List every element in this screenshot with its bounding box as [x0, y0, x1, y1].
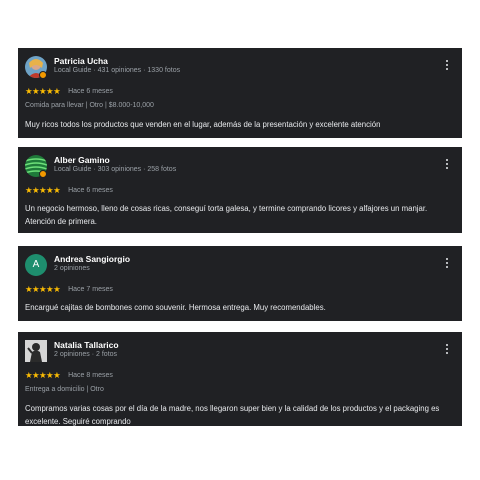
rating-row: ★★★★★ Hace 7 meses — [25, 282, 454, 296]
reviewer-name[interactable]: Natalia Tallarico — [54, 340, 119, 350]
review-tags: Comida para llevar | Otro | $8.000-10,00… — [25, 102, 154, 109]
rating-row: ★★★★★ Hace 6 meses — [25, 183, 454, 197]
review-text: Un negocio hermoso, lleno de cosas ricas… — [25, 204, 428, 226]
review-text: Compramos varias cosas por el día de la … — [25, 404, 440, 426]
star-rating: ★★★★★ — [25, 184, 61, 195]
review-card: Patricia Ucha Local Guide · 431 opinione… — [18, 48, 462, 138]
more-vert-icon[interactable] — [444, 258, 450, 272]
star-rating: ★★★★★ — [25, 369, 61, 380]
reviewer-name[interactable]: Alber Gamino — [54, 155, 110, 165]
review-header: Alber Gamino Local Guide · 303 opiniones… — [25, 155, 454, 183]
review-header: A Andrea Sangiorgio 2 opiniones — [25, 254, 454, 282]
avatar[interactable] — [25, 340, 47, 362]
avatar-letter: A — [32, 259, 40, 270]
reviewer-name[interactable]: Andrea Sangiorgio — [54, 254, 130, 264]
reviewer-meta: 2 opiniones — [54, 265, 90, 272]
more-vert-icon[interactable] — [444, 60, 450, 74]
rating-row: ★★★★★ Hace 6 meses — [25, 84, 454, 98]
more-vert-icon[interactable] — [444, 159, 450, 173]
rating-row: ★★★★★ Hace 8 meses — [25, 368, 454, 382]
more-vert-icon[interactable] — [444, 344, 450, 358]
reviewer-meta: Local Guide · 303 opiniones · 258 fotos — [54, 166, 177, 173]
star-rating: ★★★★★ — [25, 283, 61, 294]
local-guide-badge-icon — [39, 170, 47, 178]
avatar[interactable]: A — [25, 254, 47, 276]
local-guide-badge-icon — [39, 71, 47, 79]
reviewer-meta: Local Guide · 431 opiniones · 1330 fotos — [54, 67, 181, 74]
review-card: A Andrea Sangiorgio 2 opiniones ★★★★★ Ha… — [18, 246, 462, 321]
review-header: Patricia Ucha Local Guide · 431 opinione… — [25, 56, 454, 84]
review-date: Hace 6 meses — [68, 87, 113, 95]
reviewer-name[interactable]: Patricia Ucha — [54, 56, 108, 66]
review-tags: Entrega a domicilio | Otro — [25, 386, 104, 393]
review-header: Natalia Tallarico 2 opiniones · 2 fotos — [25, 340, 454, 368]
reviewer-meta: 2 opiniones · 2 fotos — [54, 351, 118, 358]
review-card: Natalia Tallarico 2 opiniones · 2 fotos … — [18, 332, 462, 426]
review-text: Encargué cajitas de bombones como souven… — [25, 303, 326, 312]
review-card: Alber Gamino Local Guide · 303 opiniones… — [18, 147, 462, 233]
star-rating: ★★★★★ — [25, 85, 61, 96]
review-text: Muy ricos todos los productos que venden… — [25, 120, 381, 129]
review-date: Hace 7 meses — [68, 285, 113, 293]
review-date: Hace 8 meses — [68, 371, 113, 379]
review-date: Hace 6 meses — [68, 186, 113, 194]
